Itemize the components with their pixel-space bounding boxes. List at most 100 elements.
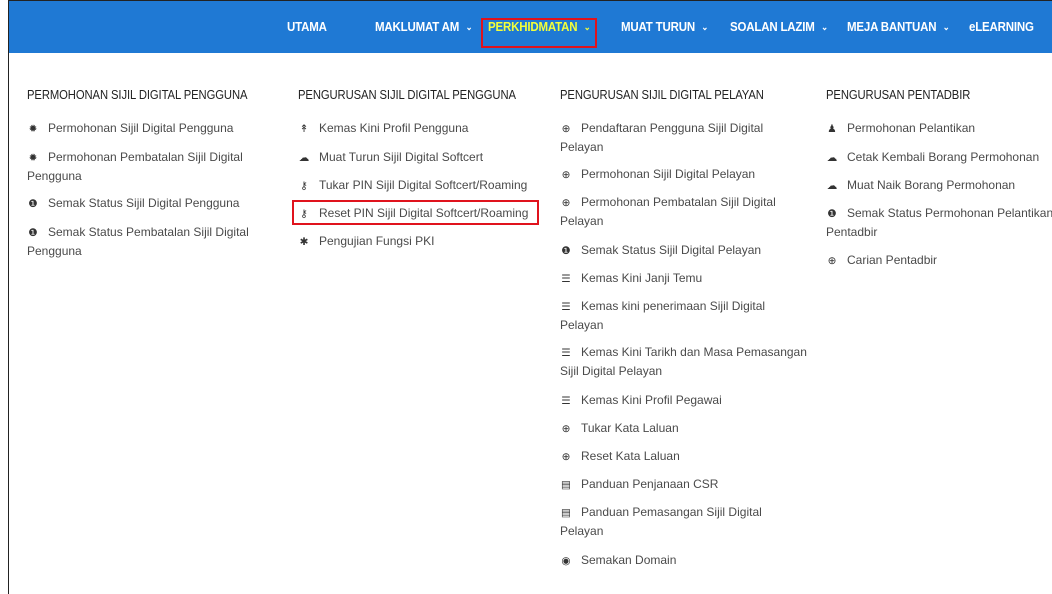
menu-item-label: Permohonan Pembatalan Sijil Digital: [581, 195, 776, 209]
server-icon: ⊕: [561, 123, 571, 135]
menu-item-label: Permohonan Sijil Digital Pengguna: [48, 121, 234, 135]
menu-item[interactable]: ▤ Panduan Penjanaan CSR: [560, 475, 820, 494]
nav-muat-turun[interactable]: MUAT TURUN ⌄: [621, 1, 708, 53]
info-icon: ❶: [561, 245, 571, 257]
server-icon: ⊕: [561, 197, 571, 209]
menu-item-label-cont: Pelayan: [560, 214, 604, 228]
document-icon: ▤: [561, 479, 571, 491]
user-tie-icon: ↟: [299, 123, 309, 135]
list-icon: ☰: [561, 273, 571, 285]
menu-item-label: Pengujian Fungsi PKI: [319, 234, 435, 248]
menu-item[interactable]: ✱ Pengujian Fungsi PKI: [298, 232, 553, 251]
menu-item-label: Kemas Kini Tarikh dan Masa Pemasangan: [581, 345, 807, 359]
chevron-down-icon: ⌄: [465, 21, 473, 32]
menu-item-label: Kemas Kini Profil Pegawai: [581, 393, 722, 407]
nav-soalan-lazim[interactable]: SOALAN LAZIM ⌄: [730, 1, 828, 53]
menu-item-label: Permohonan Sijil Digital Pelayan: [581, 167, 756, 181]
menu-item-label: Semak Status Sijil Digital Pengguna: [48, 196, 240, 210]
user-icon: ♟: [827, 123, 837, 135]
cloud-icon: ☁: [826, 152, 838, 164]
menu-item-label: Kemas kini penerimaan Sijil Digital: [581, 299, 766, 313]
menu-item-label: Carian Pentadbir: [847, 253, 938, 267]
menu-item[interactable]: ☁ Muat Naik Borang Permohonan: [826, 176, 1052, 195]
menu-item-label-cont: Sijil Digital Pelayan: [560, 364, 663, 378]
menu-item-label: Pendaftaran Pengguna Sijil Digital: [581, 121, 764, 135]
server-icon: ⊕: [561, 169, 571, 181]
menu-item[interactable]: ▤ Panduan Pemasangan Sijil Digital Pelayan: [560, 503, 820, 540]
highlight-box-nav: [481, 18, 597, 48]
chevron-down-icon: ⌄: [942, 21, 950, 32]
menu-item[interactable]: ❶ Semak Status Sijil Digital Pelayan: [560, 241, 820, 260]
menu-item-label: Tukar Kata Laluan: [581, 421, 679, 435]
menu-item[interactable]: ◉ Semakan Domain: [560, 551, 820, 570]
menu-item-label-cont: Pengguna: [27, 169, 82, 183]
menu-item[interactable]: ✹ Permohonan Sijil Digital Pengguna: [27, 119, 272, 138]
list-icon: ☰: [561, 395, 571, 407]
menu-item[interactable]: ⊕ Carian Pentadbir: [826, 251, 1052, 270]
list-icon: ☰: [561, 347, 571, 359]
info-icon: ❶: [827, 208, 837, 220]
menu-item[interactable]: ☁ Muat Turun Sijil Digital Softcert: [298, 148, 553, 167]
info-icon: ❶: [28, 227, 38, 239]
gear-icon: ✹: [28, 123, 38, 135]
nav-meja-bantuan[interactable]: MEJA BANTUAN ⌄: [847, 1, 950, 53]
menu-item-label: Kemas Kini Profil Pengguna: [319, 121, 469, 135]
menu-item-label: Reset Kata Laluan: [581, 449, 680, 463]
search-icon: ⊕: [827, 255, 837, 267]
menu-item[interactable]: ❶ Semak Status Pembatalan Sijil Digital Pe…: [27, 223, 272, 260]
menu-item-label: Semak Status Permohonan Pelantikan: [847, 206, 1052, 220]
menu-item-label-cont: Pelayan: [560, 318, 604, 332]
menu-item-label-cont: Pengguna: [27, 244, 82, 258]
nav-utama[interactable]: UTAMA: [287, 1, 327, 53]
menu-item[interactable]: ☰ Kemas Kini Tarikh dan Masa Pemasangan Si…: [560, 343, 820, 380]
menu-item[interactable]: ⊕ Permohonan Sijil Digital Pelayan: [560, 165, 820, 184]
highlight-box-reset-pin: [292, 200, 539, 225]
cloud-download-icon: ☁: [298, 152, 310, 164]
column-title-pelayan: PENGURUSAN SIJIL DIGITAL PELAYAN: [560, 88, 764, 102]
column-title-pengguna: PENGURUSAN SIJIL DIGITAL PENGGUNA: [298, 88, 516, 102]
menu-item-label: Panduan Penjanaan CSR: [581, 477, 719, 491]
menu-item-label: Semak Status Pembatalan Sijil Digital: [48, 225, 249, 239]
nav-elearning[interactable]: eLEARNING: [969, 1, 1034, 53]
lock-icon: ⊕: [561, 451, 571, 463]
menu-item-label: Semakan Domain: [581, 553, 677, 567]
menu-item[interactable]: ⚷ Tukar PIN Sijil Digital Softcert/Roamin…: [298, 176, 553, 195]
menu-item[interactable]: ❶ Semak Status Sijil Digital Pengguna: [27, 194, 272, 213]
menu-item[interactable]: ✹ Permohonan Pembatalan Sijil Digital Peng…: [27, 148, 272, 185]
menu-item[interactable]: ❶ Semak Status Permohonan Pelantikan Penta…: [826, 204, 1052, 241]
nav-maklumat-am[interactable]: MAKLUMAT AM ⌄: [375, 1, 473, 53]
menu-item[interactable]: ☰ Kemas Kini Janji Temu: [560, 269, 820, 288]
document-icon: ▤: [561, 507, 571, 519]
menu-item-label: Semak Status Sijil Digital Pelayan: [581, 243, 762, 257]
menu-item[interactable]: ☰ Kemas kini penerimaan Sijil Digital Pela…: [560, 297, 820, 334]
menu-item[interactable]: ♟ Permohonan Pelantikan: [826, 119, 1052, 138]
menu-item-label: Permohonan Pelantikan: [847, 121, 976, 135]
menu-item[interactable]: ↟ Kemas Kini Profil Pengguna: [298, 119, 553, 138]
main-navbar: UTAMA MAKLUMAT AM ⌄ PERKHIDMATAN ⌄ MUAT TU…: [9, 1, 1052, 53]
menu-item-label: Permohonan Pembatalan Sijil Digital: [48, 150, 243, 164]
menu-item-label: Muat Turun Sijil Digital Softcert: [319, 150, 484, 164]
menu-item-label: Cetak Kembali Borang Permohonan: [847, 150, 1040, 164]
lock-icon: ⊕: [561, 423, 571, 435]
menu-item[interactable]: ☁ Cetak Kembali Borang Permohonan: [826, 148, 1052, 167]
menu-item[interactable]: ☰ Kemas Kini Profil Pegawai: [560, 391, 820, 410]
menu-item-label: Kemas Kini Janji Temu: [581, 271, 703, 285]
list-icon: ☰: [561, 301, 571, 313]
cloud-upload-icon: ☁: [826, 180, 838, 192]
menu-item-label-cont: Pelayan: [560, 524, 604, 538]
asterisk-icon: ✱: [299, 236, 309, 248]
menu-item[interactable]: ⊕ Permohonan Pembatalan Sijil Digital Pela…: [560, 193, 820, 230]
page-frame: UTAMA MAKLUMAT AM ⌄ PERKHIDMATAN ⌄ MUAT TU…: [8, 0, 1052, 594]
menu-item-label-cont: Pentadbir: [826, 225, 878, 239]
chevron-down-icon: ⌄: [821, 21, 828, 32]
info-icon: ❶: [28, 198, 38, 210]
menu-item-label-cont: Pelayan: [560, 140, 604, 154]
column-title-pentadbir: PENGURUSAN PENTADBIR: [826, 88, 971, 102]
gear-icon: ✹: [28, 152, 38, 164]
menu-item[interactable]: ⊕ Reset Kata Laluan: [560, 447, 820, 466]
menu-item[interactable]: ⊕ Pendaftaran Pengguna Sijil Digital Pelay…: [560, 119, 820, 156]
menu-item-label: Tukar PIN Sijil Digital Softcert/Roaming: [319, 178, 528, 192]
menu-item-label: Panduan Pemasangan Sijil Digital: [581, 505, 762, 519]
menu-item[interactable]: ⊕ Tukar Kata Laluan: [560, 419, 820, 438]
column-title-permohonan: PERMOHONAN SIJIL DIGITAL PENGGUNA: [27, 88, 248, 102]
